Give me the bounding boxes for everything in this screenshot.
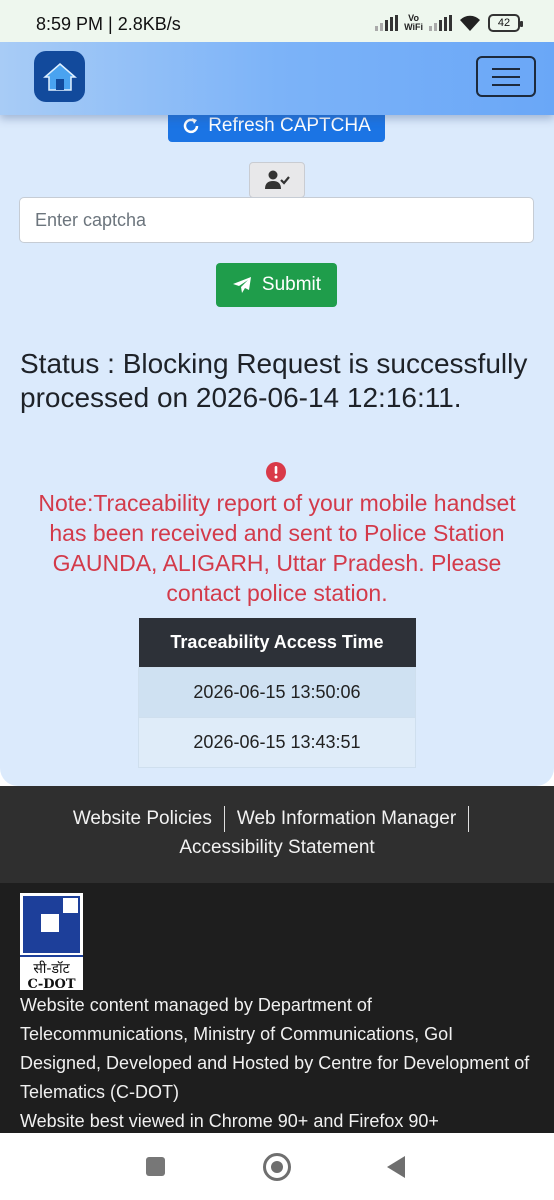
table-row: 2026-06-15 13:43:51: [138, 716, 416, 768]
status-time: 8:59 PM | 2.8KB/s: [36, 14, 181, 34]
note-message: Note:Traceability report of your mobile …: [38, 490, 516, 606]
table-row: 2026-06-15 13:50:06: [138, 666, 416, 718]
exclamation-circle-icon: [266, 462, 286, 482]
status-icons: Vo WiFi 42: [375, 12, 523, 34]
table-header: Traceability Access Time: [138, 618, 416, 667]
top-navbar: [0, 42, 554, 115]
traceability-table: Traceability Access Time 2026-06-15 13:5…: [138, 618, 416, 768]
home-icon[interactable]: [34, 51, 85, 102]
status-message: Status : Blocking Request is successfull…: [20, 348, 528, 413]
table-cell: 2026-06-15 13:50:06: [138, 666, 416, 718]
cdot-logo: सी-डॉट C-DOT: [20, 893, 83, 992]
signal-icon: [375, 15, 399, 31]
footer-managed-by: Website content managed by Department of…: [20, 995, 454, 1044]
hamburger-menu-icon[interactable]: [476, 56, 536, 97]
web-information-manager-link[interactable]: Web Information Manager: [237, 808, 456, 829]
svg-text:सी-डॉट: सी-डॉट: [33, 960, 70, 977]
signal-2-icon: [429, 15, 452, 31]
footer-links: Website Policies Web Information Manager …: [0, 804, 554, 862]
svg-text:C-DOT: C-DOT: [27, 977, 75, 990]
submit-button[interactable]: Submit: [216, 263, 337, 307]
home-button-icon[interactable]: [263, 1153, 291, 1181]
system-navigation-bar: [0, 1133, 554, 1200]
link-divider: [223, 805, 225, 832]
submit-label: Submit: [261, 274, 322, 295]
paper-plane-icon: [232, 277, 251, 293]
user-check-icon[interactable]: [249, 162, 305, 198]
footer-developed-by: Designed, Developed and Hosted by Centre…: [20, 1053, 530, 1102]
status-bar: 8:59 PM | 2.8KB/s Vo WiFi 42: [0, 0, 554, 42]
back-icon[interactable]: [387, 1156, 405, 1178]
vowifi-icon: Vo WiFi: [404, 13, 423, 32]
footer-browser-note: Website best viewed in Chrome 90+ and Fi…: [20, 1111, 439, 1131]
recents-icon[interactable]: [146, 1157, 165, 1176]
table-cell: 2026-06-15 13:43:51: [138, 716, 416, 768]
battery-level: 42: [497, 17, 511, 29]
footer-text: Website content managed by Department of…: [20, 991, 540, 1136]
footer-links-bar: Website Policies Web Information Manager …: [0, 786, 554, 883]
page-content: Refresh CAPTCHA Submit Status : Blocking…: [0, 42, 554, 786]
website-policies-link[interactable]: Website Policies: [73, 808, 212, 829]
captcha-input[interactable]: [19, 197, 534, 243]
link-divider: [468, 805, 470, 832]
wifi-icon: [460, 15, 480, 31]
accessibility-statement-link[interactable]: Accessibility Statement: [179, 837, 374, 858]
footer: सी-डॉट C-DOT Website content managed by …: [0, 883, 554, 1133]
refresh-icon: [183, 118, 199, 134]
refresh-captcha-label: Refresh CAPTCHA: [208, 115, 371, 136]
battery-icon: 42: [488, 14, 523, 32]
